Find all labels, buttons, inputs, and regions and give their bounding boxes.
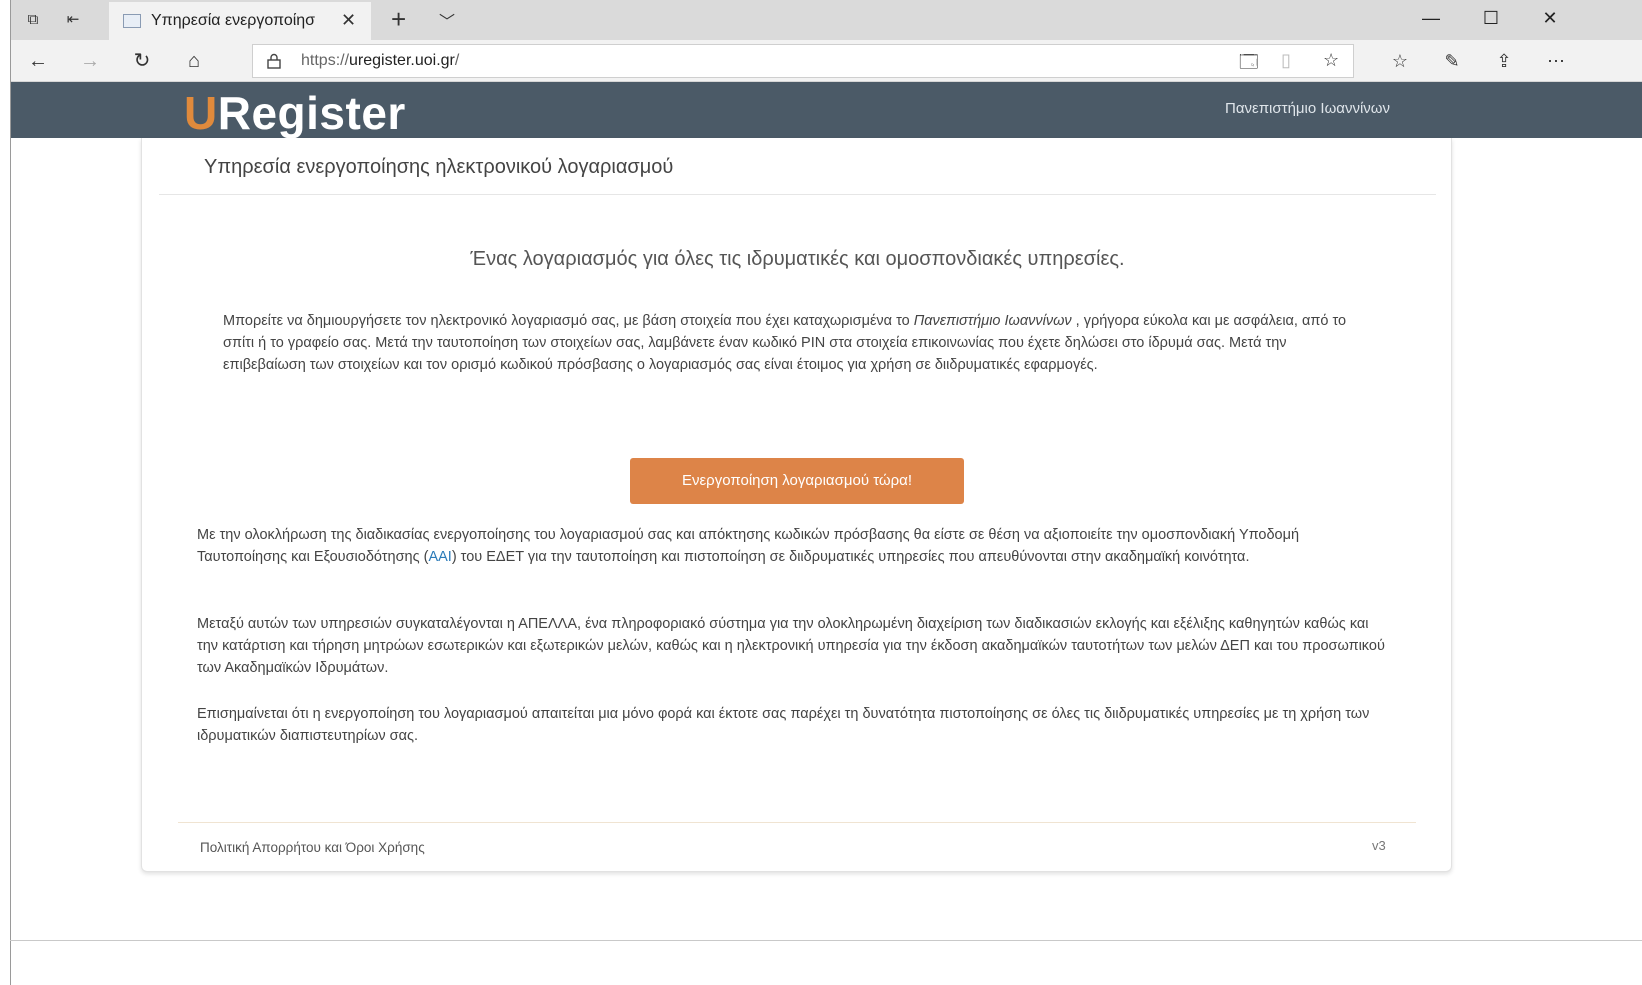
tab-title: Υπηρεσία ενεργοποίησ [151,12,316,29]
close-tab-icon[interactable]: ✕ [341,10,356,31]
site-header: URegister Πανεπιστήμιο Ιωαννίνων [11,82,1642,140]
favorite-star-icon[interactable]: ☆ [1323,50,1339,71]
close-window-icon[interactable]: ✕ [1535,8,1565,29]
apella-paragraph: Μεταξύ αυτών των υπηρεσιών συγκαταλέγοντ… [197,616,1385,676]
maximize-icon[interactable]: ☐ [1476,8,1506,29]
refresh-icon[interactable]: ↻ [129,48,155,74]
address-toolbar: ← → ↻ ⌂ https://uregister.uoi.gr/ 🗔 ▯ ☆ … [11,40,1642,82]
address-bar[interactable]: https://uregister.uoi.gr/ 🗔 ▯ ☆ [252,44,1354,78]
aai-link[interactable]: AAI [428,549,451,565]
headline: Ένας λογαριασμός για όλες τις ιδρυματικέ… [470,248,1125,270]
version-label: v3 [1372,838,1386,853]
back-arrow-icon[interactable]: ← [25,48,51,74]
activate-account-button[interactable]: Ενεργοποίηση λογαριασμού τώρα! [630,458,964,504]
lock-icon [267,53,281,69]
note-paragraph: Επισημαίνεται ότι η ενεργοποίηση του λογ… [197,706,1370,744]
tabs-aside-icon[interactable]: ⇤ [63,10,83,30]
favicon-icon [123,14,141,28]
pen-icon[interactable]: ✎ [1439,48,1465,74]
institution-name: Πανεπιστήμιο Ιωαννίνων [1225,100,1390,117]
privacy-terms-link[interactable]: Πολιτική Απορρήτου και Όροι Χρήσης [200,840,425,855]
main-card: Υπηρεσία ενεργοποίησης ηλεκτρονικού λογα… [141,138,1452,872]
intro-text: Μπορείτε να δημιουργήσετε τον ηλεκτρονικ… [223,313,1347,373]
tab-list-chevron-icon[interactable]: ﹀ [439,8,455,32]
window-bottom-border [10,940,1642,941]
minimize-icon[interactable]: — [1416,8,1446,29]
uregister-logo[interactable]: URegister [184,86,406,140]
divider [159,194,1436,195]
share-icon[interactable]: ⇪ [1491,48,1517,74]
more-icon[interactable]: ⋯ [1543,48,1569,74]
reading-view-icon[interactable]: 🗔 [1239,50,1259,80]
favorites-list-icon[interactable]: ☆ [1387,48,1413,74]
browser-tab[interactable]: Υπηρεσία ενεργοποίησ ✕ [109,2,371,40]
forward-arrow-icon[interactable]: → [77,48,103,74]
tab-bar: ⧉ ⇤ Υπηρεσία ενεργοποίησ ✕ + ﹀ — ☐ ✕ [11,0,1642,40]
set-tabs-aside-icon[interactable]: ⧉ [23,10,43,30]
card-title: Υπηρεσία ενεργοποίησης ηλεκτρονικού λογα… [204,156,674,178]
aai-paragraph: Με την ολοκλήρωση της διαδικασίας ενεργο… [197,527,1300,565]
book-icon: ▯ [1281,50,1291,70]
home-icon[interactable]: ⌂ [181,48,207,74]
url-text[interactable]: https://uregister.uoi.gr/ [301,52,459,70]
new-tab-icon[interactable]: + [391,4,406,35]
window-left-border [10,0,11,985]
footer-divider [178,822,1416,823]
